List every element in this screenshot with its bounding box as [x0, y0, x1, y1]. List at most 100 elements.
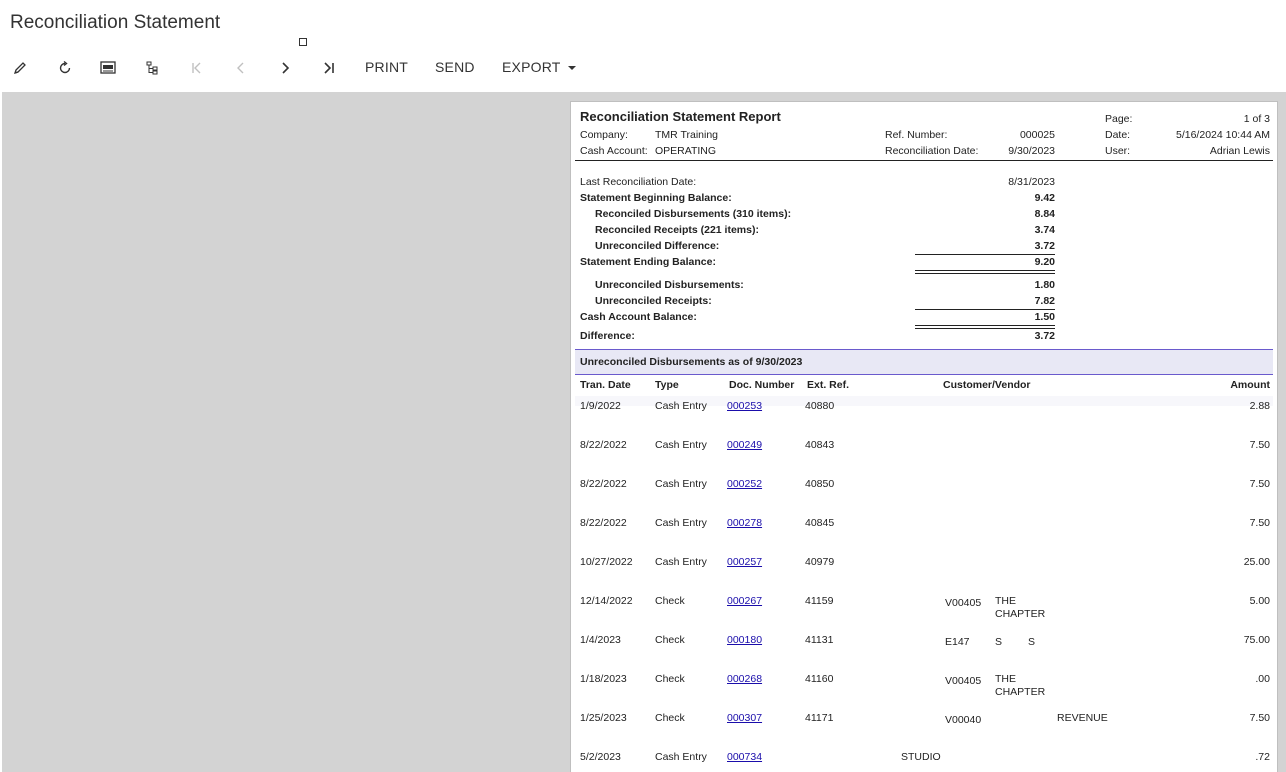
row-ext-ref: 41171	[805, 712, 834, 724]
row-amount: 7.50	[1249, 517, 1270, 529]
toolbar: PRINT SEND EXPORT	[0, 55, 700, 81]
summary-label: Cash Account Balance:	[580, 311, 697, 323]
row-ext-ref: 40850	[805, 478, 835, 490]
row-amount: 25.00	[1243, 556, 1270, 568]
column-header-amount: Amount	[1230, 379, 1270, 391]
date-value: 5/16/2024 10:44 AM	[1176, 129, 1270, 141]
row-amount: .00	[1255, 673, 1270, 685]
summary-label: Unreconciled Receipts:	[595, 295, 712, 307]
table-row: 10/27/2022 Cash Entry 000257 40979 25.00	[571, 556, 1277, 586]
row-amount: 5.00	[1249, 595, 1270, 607]
summary-label: Unreconciled Disbursements:	[595, 279, 744, 291]
summary-value: 1.50	[1034, 311, 1055, 323]
table-row: 1/4/2023 Check 000180 41131 E147 S S 75.…	[571, 634, 1277, 664]
row-vendor-id: V00040	[945, 714, 982, 726]
edit-icon[interactable]	[8, 55, 32, 81]
row-ext-ref: 41159	[805, 595, 834, 607]
row-date: 1/4/2023	[580, 634, 621, 646]
recon-date-label: Reconciliation Date:	[885, 145, 979, 157]
recon-date-value: 9/30/2023	[1008, 145, 1055, 157]
row-date: 8/22/2022	[580, 478, 627, 490]
doc-number-link[interactable]: 000268	[727, 673, 762, 685]
left-edge	[0, 92, 2, 772]
print-button[interactable]: PRINT	[365, 59, 408, 75]
send-button[interactable]: SEND	[435, 59, 475, 75]
row-vendor-id: E147	[945, 636, 970, 648]
subtotal-line	[915, 254, 1055, 255]
row-ext-ref: 40845	[805, 517, 835, 529]
export-button[interactable]: EXPORT	[502, 59, 577, 75]
doc-number-link[interactable]: 000180	[727, 634, 762, 646]
page-title: Reconciliation Statement	[10, 12, 221, 33]
row-type: Cash Entry	[655, 478, 707, 490]
column-header-ext-ref: Ext. Ref.	[807, 379, 850, 391]
previous-page-icon[interactable]	[229, 55, 253, 81]
column-header-customer-vendor: Customer/Vendor	[943, 379, 1031, 391]
row-vendor-id: V00405	[945, 597, 982, 609]
total-line	[915, 273, 1055, 274]
row-vendor-name: STUDIO	[901, 751, 941, 763]
total-line	[915, 328, 1055, 329]
doc-number-link[interactable]: 000734	[727, 751, 762, 763]
date-label: Date:	[1105, 129, 1131, 141]
summary-value: 8.84	[1034, 208, 1055, 220]
doc-number-link[interactable]: 000267	[727, 595, 762, 607]
section-header: Unreconciled Disbursements as of 9/30/20…	[575, 349, 1273, 375]
top-bar: Reconciliation Statement PRINT SEND EXPO…	[0, 0, 1286, 92]
table-row: 1/18/2023 Check 000268 41160 V00405 THE …	[571, 673, 1277, 703]
user-value: Adrian Lewis	[1209, 145, 1270, 157]
summary-value: 3.72	[1034, 240, 1055, 252]
table-row: 8/22/2022 Cash Entry 000252 40850 7.50	[571, 478, 1277, 508]
first-page-icon[interactable]	[185, 55, 209, 81]
row-ext-ref: 41131	[805, 634, 834, 646]
resize-handle[interactable]	[299, 38, 307, 46]
table-row: 1/9/2022 Cash Entry 000253 40880 2.88	[571, 400, 1277, 430]
user-label: User:	[1105, 145, 1131, 157]
row-type: Check	[655, 634, 685, 646]
doc-number-link[interactable]: 000257	[727, 556, 762, 568]
summary-label: Last Reconciliation Date:	[580, 176, 697, 188]
company-label: Company:	[580, 129, 628, 141]
tree-icon[interactable]	[140, 55, 164, 81]
row-vendor-extra: S	[1028, 636, 1036, 648]
summary-value: 1.80	[1034, 279, 1055, 291]
row-date: 1/9/2022	[580, 400, 621, 412]
row-date: 8/22/2022	[580, 439, 627, 451]
row-amount: 7.50	[1249, 439, 1270, 451]
row-vendor-id: V00405	[945, 675, 982, 687]
row-date: 1/18/2023	[580, 673, 627, 685]
cash-account-value: OPERATING	[655, 145, 717, 157]
caret-down-icon	[568, 66, 577, 71]
row-vendor-name: S	[995, 636, 1003, 648]
row-type: Cash Entry	[655, 556, 707, 568]
column-header-type: Type	[655, 379, 679, 391]
table-row: 8/22/2022 Cash Entry 000249 40843 7.50	[571, 439, 1277, 469]
summary-value: 7.82	[1034, 295, 1055, 307]
last-page-icon[interactable]	[317, 55, 341, 81]
row-date: 1/25/2023	[580, 712, 627, 724]
row-type: Cash Entry	[655, 439, 707, 451]
summary-value: 3.74	[1034, 224, 1055, 236]
pdf-icon[interactable]	[96, 55, 120, 81]
doc-number-link[interactable]: 000253	[727, 400, 762, 412]
doc-number-link[interactable]: 000252	[727, 478, 762, 490]
row-vendor-extra: REVENUE	[1057, 712, 1108, 724]
doc-number-link[interactable]: 000249	[727, 439, 762, 451]
row-type: Check	[655, 595, 685, 607]
table-row: 8/22/2022 Cash Entry 000278 40845 7.50	[571, 517, 1277, 547]
page-value: 1 of 3	[1243, 113, 1270, 125]
row-vendor-name: THE CHAPTER	[995, 673, 1046, 698]
summary-label: Statement Beginning Balance:	[580, 192, 732, 204]
total-line	[915, 325, 1055, 326]
column-header-doc-number: Doc. Number	[729, 379, 795, 391]
summary-label: Difference:	[580, 330, 635, 342]
summary-value: 9.20	[1034, 256, 1055, 268]
doc-number-link[interactable]: 000307	[727, 712, 762, 724]
ref-number-label: Ref. Number:	[885, 129, 948, 141]
row-amount: 75.00	[1243, 634, 1270, 646]
doc-number-link[interactable]: 000278	[727, 517, 762, 529]
next-page-icon[interactable]	[273, 55, 297, 81]
column-header-tran-date: Tran. Date	[580, 379, 631, 391]
row-date: 5/2/2023	[580, 751, 621, 763]
refresh-icon[interactable]	[53, 55, 77, 81]
